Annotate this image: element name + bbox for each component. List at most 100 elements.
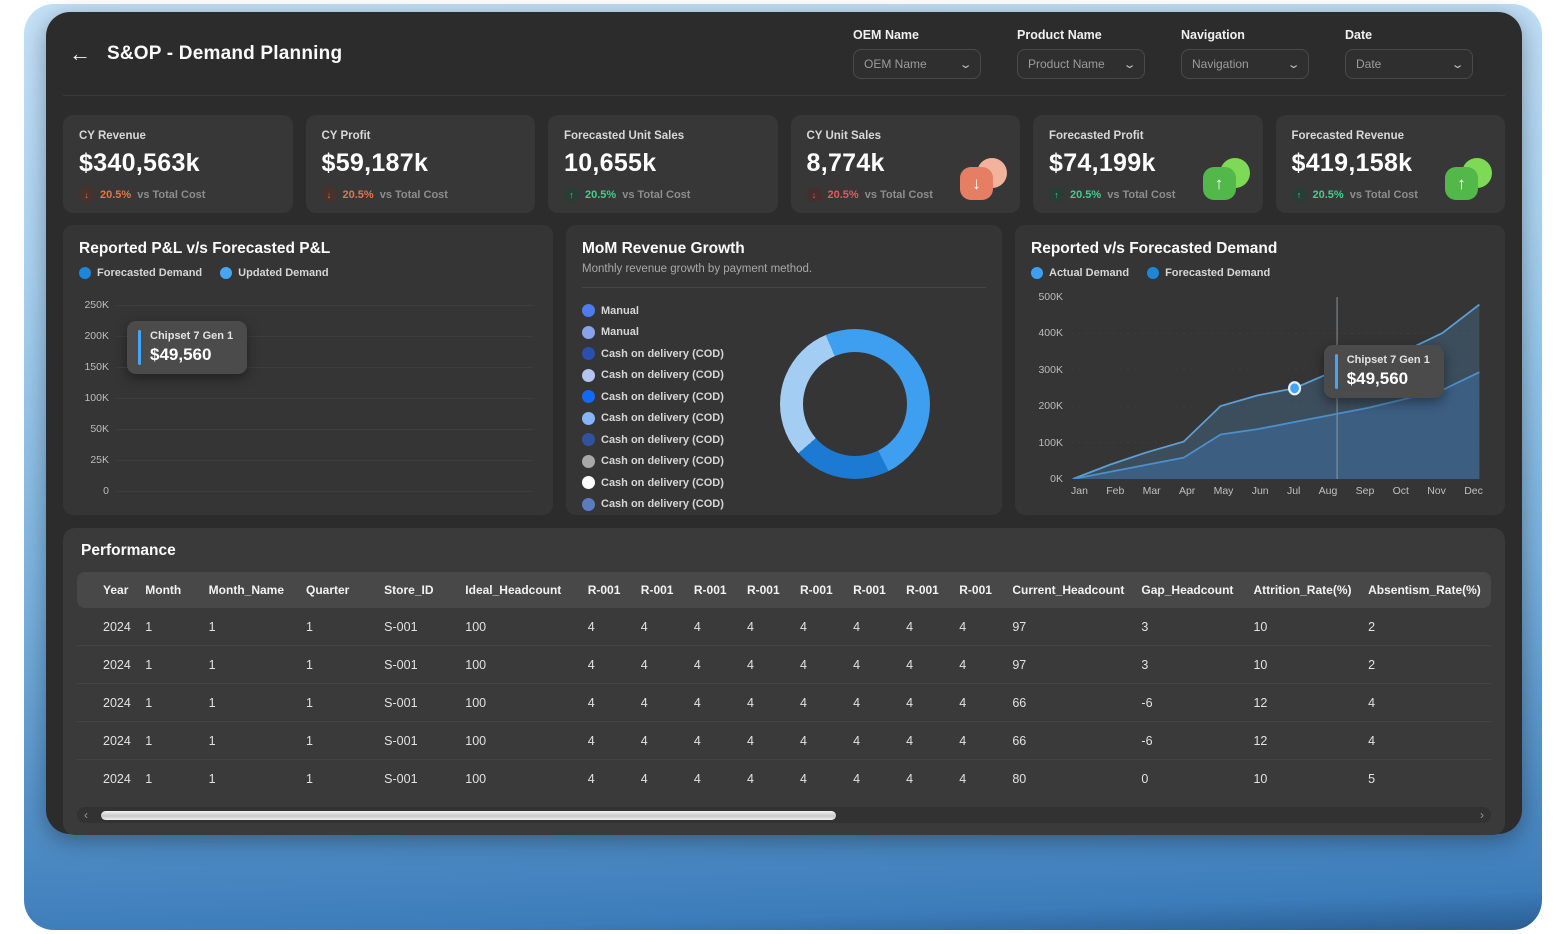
- table-cell: 4: [635, 760, 688, 798]
- filter-select[interactable]: OEM Name⌄: [853, 49, 981, 79]
- x-axis-tick: Nov: [1427, 485, 1446, 497]
- kpi-delta: 20.5%: [1070, 189, 1101, 201]
- mom-legend-item[interactable]: Cash on delivery (COD): [582, 455, 724, 468]
- table-cell: 97: [1006, 646, 1135, 684]
- gridline: [117, 491, 533, 492]
- mom-legend-item[interactable]: Cash on delivery (COD): [582, 390, 724, 403]
- y-axis-tick: 400K: [1038, 327, 1063, 339]
- column-header: Gap_Headcount: [1135, 572, 1247, 608]
- kpi-delta: 20.5%: [828, 189, 859, 201]
- table-cell: 1: [300, 646, 378, 684]
- data-point-marker: [1289, 382, 1300, 394]
- table-cell: 4: [794, 684, 847, 722]
- table-cell: 4: [900, 722, 953, 760]
- tooltip-label: Chipset 7 Gen 1: [150, 330, 233, 342]
- legend-dot: [1147, 267, 1159, 279]
- tooltip-value: $49,560: [150, 345, 233, 365]
- legend-label: Cash on delivery (COD): [601, 391, 724, 403]
- kpi-value: $340,563k: [79, 149, 277, 178]
- mom-legend-item[interactable]: Manual: [582, 304, 724, 317]
- table-cell: 1: [203, 722, 300, 760]
- horizontal-scrollbar[interactable]: ‹ ›: [77, 807, 1491, 823]
- x-axis-tick: Apr: [1179, 485, 1195, 497]
- legend-dot: [582, 390, 595, 403]
- scrollbar-thumb[interactable]: [101, 811, 836, 820]
- legend-label: Actual Demand: [1049, 267, 1129, 279]
- donut-chart[interactable]: [780, 329, 930, 479]
- arrow-up-icon: ↑: [1049, 187, 1064, 202]
- kpi-card: CY Unit Sales8,774k↓20.5%vs Total Cost↓: [791, 115, 1021, 213]
- pnl-legend-item[interactable]: Forecasted Demand: [79, 267, 202, 279]
- legend-dot: [220, 267, 232, 279]
- table-cell: 10: [1247, 608, 1362, 646]
- filter-navigation: NavigationNavigation⌄: [1181, 28, 1309, 79]
- mom-legend-item[interactable]: Cash on delivery (COD): [582, 347, 724, 360]
- legend-label: Cash on delivery (COD): [601, 434, 724, 446]
- kpi-delta: 20.5%: [585, 189, 616, 201]
- mom-legend-item[interactable]: Cash on delivery (COD): [582, 498, 724, 511]
- filter-select[interactable]: Date⌄: [1345, 49, 1473, 79]
- kpi-delta: 20.5%: [1313, 189, 1344, 201]
- pnl-legend: Forecasted Demand Updated Demand: [79, 267, 537, 279]
- table-cell: 4: [635, 722, 688, 760]
- legend-label: Forecasted Demand: [1165, 267, 1270, 279]
- filter-select[interactable]: Product Name⌄: [1017, 49, 1145, 79]
- table-cell: 4: [635, 646, 688, 684]
- back-button[interactable]: ←: [69, 43, 91, 65]
- table-header: YearMonthMonth_NameQuarterStore_IDIdeal_…: [77, 572, 1491, 608]
- y-axis-tick: 500K: [1038, 291, 1063, 303]
- table-row: 2024111S-00110044444444973102: [77, 608, 1491, 646]
- demand-legend-item[interactable]: Forecasted Demand: [1147, 267, 1270, 279]
- table-cell: 4: [900, 646, 953, 684]
- column-header: Year: [77, 572, 139, 608]
- table-cell: 2024: [77, 608, 139, 646]
- demand-tooltip: Chipset 7 Gen 1 $49,560: [1324, 345, 1444, 398]
- legend-dot: [1031, 267, 1043, 279]
- column-header: R-001: [847, 572, 900, 608]
- table-cell: 4: [582, 608, 635, 646]
- demand-legend-item[interactable]: Actual Demand: [1031, 267, 1129, 279]
- kpi-label: CY Revenue: [79, 130, 277, 142]
- filter-select[interactable]: Navigation⌄: [1181, 49, 1309, 79]
- column-header: Ideal_Headcount: [459, 572, 581, 608]
- legend-label: Cash on delivery (COD): [601, 477, 724, 489]
- table-cell: 4: [582, 722, 635, 760]
- scroll-right-icon[interactable]: ›: [1473, 808, 1491, 822]
- pnl-chart-title: Reported P&L v/s Forecasted P&L: [79, 240, 537, 258]
- legend-label: Cash on delivery (COD): [601, 412, 724, 424]
- table-cell: 100: [459, 608, 581, 646]
- mom-legend-item[interactable]: Cash on delivery (COD): [582, 369, 724, 382]
- table-cell: 1: [300, 722, 378, 760]
- table-cell: 4: [635, 684, 688, 722]
- pnl-legend-item[interactable]: Updated Demand: [220, 267, 328, 279]
- trend-up-badge-icon: ↑: [1445, 158, 1492, 200]
- mom-chart-body: Manual Manual Cash on delivery (COD) Cash o…: [582, 292, 986, 511]
- trend-down-badge-icon: ↓: [960, 158, 1007, 200]
- mom-legend: Manual Manual Cash on delivery (COD) Cash o…: [582, 304, 724, 511]
- table-cell: 4: [953, 608, 1006, 646]
- kpi-card: CY Revenue$340,563k↓20.5%vs Total Cost: [63, 115, 293, 213]
- mom-chart-subtitle: Monthly revenue growth by payment method…: [582, 263, 986, 275]
- table-cell: 4: [900, 760, 953, 798]
- table-cell: 4: [847, 722, 900, 760]
- table-cell: 4: [741, 760, 794, 798]
- column-header: Month_Name: [203, 572, 300, 608]
- legend-label: Cash on delivery (COD): [601, 498, 724, 510]
- mom-legend-item[interactable]: Manual: [582, 326, 724, 339]
- mom-legend-item[interactable]: Cash on delivery (COD): [582, 433, 724, 446]
- tooltip-value: $49,560: [1347, 369, 1430, 389]
- table-cell: 2: [1362, 608, 1491, 646]
- table-cell: S-001: [378, 760, 459, 798]
- y-axis-tick: 25K: [90, 454, 109, 466]
- filter-select-value: Product Name: [1028, 57, 1105, 71]
- table-cell: 4: [794, 646, 847, 684]
- y-axis-tick: 0: [103, 485, 109, 497]
- table-cell: 4: [741, 684, 794, 722]
- table-cell: 4: [794, 608, 847, 646]
- y-axis-tick: 200K: [84, 330, 109, 342]
- mom-legend-item[interactable]: Cash on delivery (COD): [582, 476, 724, 489]
- scroll-left-icon[interactable]: ‹: [77, 808, 95, 822]
- charts-row: Reported P&L v/s Forecasted P&L Forecast…: [63, 225, 1505, 515]
- mom-legend-item[interactable]: Cash on delivery (COD): [582, 412, 724, 425]
- table-cell: 2024: [77, 646, 139, 684]
